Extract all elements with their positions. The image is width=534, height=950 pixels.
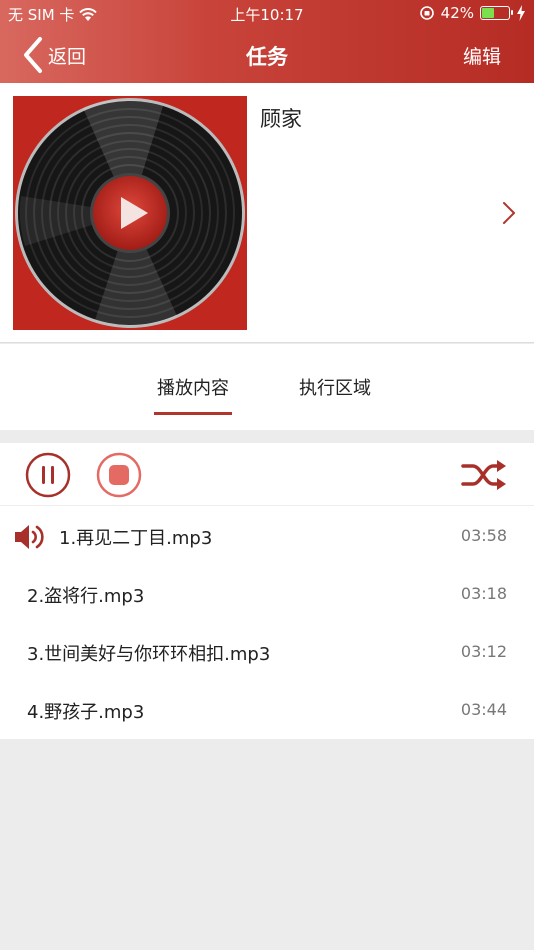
track-name: 3.世间美好与你环环相扣.mp3 [27, 644, 271, 665]
rotation-lock-icon [419, 6, 434, 20]
tab-playback-content[interactable]: 播放内容 [154, 374, 232, 415]
task-header[interactable]: 顾家 [0, 83, 534, 343]
track-name: 4.野孩子.mp3 [27, 702, 145, 723]
task-name: 顾家 [260, 107, 302, 131]
top-bar: 无 SIM 卡 上午10:17 42% 返回 任务 编辑 [0, 0, 534, 83]
speaker-icon [15, 525, 44, 549]
track-row[interactable]: 1.再见二丁目.mp3 03:58 [0, 507, 534, 565]
track-row[interactable]: 4.野孩子.mp3 03:44 [0, 681, 534, 739]
vinyl-record-icon [15, 98, 245, 328]
battery-icon [480, 6, 513, 20]
playlist-panel: 1.再见二丁目.mp3 03:58 2.盗将行.mp3 03:18 3.世间美好… [0, 443, 534, 739]
edit-button[interactable]: 编辑 [463, 42, 501, 69]
tab-bar: 播放内容 执行区域 [0, 344, 534, 430]
stop-button[interactable] [96, 452, 142, 498]
tab-execution-area[interactable]: 执行区域 [299, 374, 371, 400]
track-name: 1.再见二丁目.mp3 [59, 528, 213, 549]
pause-button[interactable] [25, 452, 71, 498]
track-row[interactable]: 3.世间美好与你环环相扣.mp3 03:12 [0, 623, 534, 681]
player-controls [0, 443, 534, 506]
status-bar: 无 SIM 卡 上午10:17 42% [0, 0, 534, 28]
album-cover [13, 96, 247, 330]
shuffle-button[interactable] [461, 459, 507, 491]
track-duration: 03:58 [460, 526, 507, 545]
charging-icon [517, 5, 525, 21]
battery-percent: 42% [440, 4, 474, 22]
chevron-right-icon[interactable] [502, 201, 516, 225]
track-duration: 03:12 [460, 642, 507, 661]
track-duration: 03:18 [460, 584, 507, 603]
page-title: 任务 [246, 45, 288, 69]
navigation-bar: 返回 任务 编辑 [0, 30, 534, 80]
track-duration: 03:44 [460, 700, 507, 719]
track-row[interactable]: 2.盗将行.mp3 03:18 [0, 565, 534, 623]
track-name: 2.盗将行.mp3 [27, 586, 145, 607]
